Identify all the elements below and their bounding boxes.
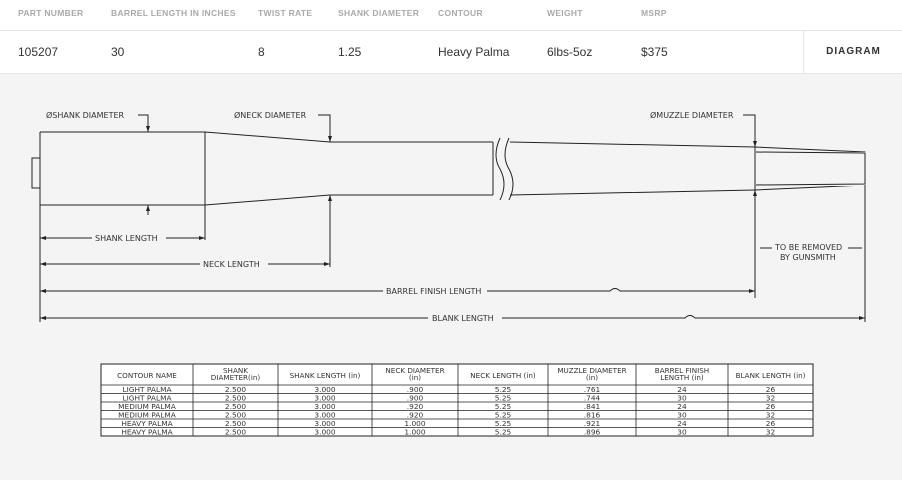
neck-dia-leader	[318, 114, 331, 204]
neck-diameter-label: ØNECK DIAMETER	[234, 110, 307, 120]
removed-label-2: BY GUNSMITH	[780, 253, 836, 262]
header-msrp: MSRP	[641, 8, 667, 18]
shank-diameter: 1.25	[338, 45, 362, 59]
spec-cell: 30	[677, 428, 687, 437]
spec-cell: 2.500	[225, 428, 246, 437]
neck-length-label: NECK LENGTH	[203, 260, 260, 269]
shank-dia-leader	[138, 114, 149, 215]
header-part-number: PART NUMBER	[18, 8, 84, 18]
blank-length-label: BLANK LENGTH	[432, 314, 494, 323]
breech-stub	[31, 157, 41, 189]
weight: 6lbs-5oz	[547, 45, 593, 59]
barrel-diagram: ØSHANK DIAMETER ØNECK DIAMETER ØMUZZLE D…	[0, 74, 902, 480]
header-shank-diameter: SHANK DIAMETER	[338, 8, 420, 18]
barrel-finish-length-label: BARREL FINISH LENGTH	[386, 287, 481, 296]
spec-header-cell: (in)	[586, 373, 598, 382]
spec-cell: 3.000	[314, 428, 335, 437]
product-row: 105207 30 8 1.25 Heavy Palma 6lbs-5oz $3…	[0, 31, 902, 74]
removed-label-1: TO BE REMOVED	[774, 243, 842, 252]
spec-cell: HEAVY PALMA	[121, 428, 172, 437]
header-twist-rate: TWIST RATE	[258, 8, 313, 18]
spec-header-cell: BLANK LENGTH (in)	[736, 371, 806, 380]
spec-header-cell: CONTOUR NAME	[117, 371, 177, 380]
extension-lines	[39, 185, 866, 322]
spec-cell: 1.000	[404, 428, 425, 437]
barrel-shank-neck	[39, 131, 493, 206]
barrel-body	[509, 141, 756, 196]
barrel-length: 30	[111, 45, 125, 59]
barrel-drawing-svg: ØSHANK DIAMETER ØNECK DIAMETER ØMUZZLE D…	[31, 110, 866, 437]
spec-table: CONTOUR NAMESHANKDIAMETER(in) SHANK LENGT…	[100, 363, 814, 437]
spec-header-cell: DIAMETER(in)	[211, 373, 261, 382]
spec-header-cell: LENGTH (in)	[660, 373, 704, 382]
muzzle-dia-leader	[743, 114, 756, 200]
spec-cell: 32	[766, 428, 775, 437]
spec-header-cell: (in)	[409, 373, 421, 382]
spec-cell: .896	[584, 428, 601, 437]
spec-header: PART NUMBER BARREL LENGTH IN INCHES TWIS…	[0, 0, 902, 31]
spec-header-cell: SHANK LENGTH (in)	[290, 371, 361, 380]
twist-rate: 8	[258, 45, 265, 59]
break-mark-2	[504, 137, 514, 201]
header-weight: WEIGHT	[547, 8, 583, 18]
msrp: $375	[641, 45, 668, 59]
shank-diameter-label: ØSHANK DIAMETER	[46, 110, 125, 120]
header-contour: CONTOUR	[438, 8, 483, 18]
spec-header-cell: NECK LENGTH (in)	[470, 371, 536, 380]
contour: Heavy Palma	[438, 45, 510, 59]
diagram-button[interactable]: DIAGRAM	[803, 31, 902, 73]
header-barrel-length: BARREL LENGTH IN INCHES	[111, 8, 236, 18]
part-number: 105207	[18, 45, 59, 59]
muzzle-diameter-label: ØMUZZLE DIAMETER	[650, 110, 734, 120]
spec-cell: 5.25	[495, 428, 512, 437]
break-mark-1	[495, 137, 505, 201]
shank-length-label: SHANK LENGTH	[95, 234, 158, 243]
